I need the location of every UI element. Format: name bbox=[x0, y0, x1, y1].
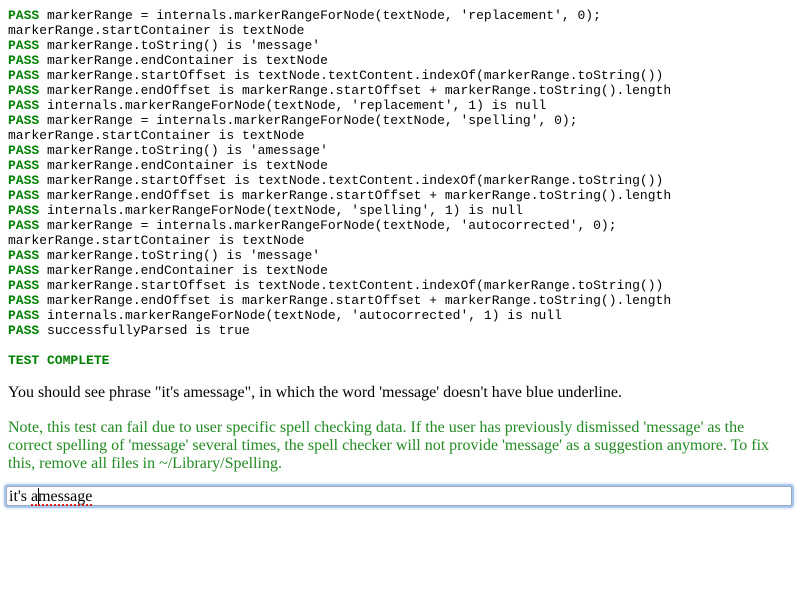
log-line-text: markerRange.toString() is 'message' bbox=[39, 38, 321, 53]
log-line: PASS markerRange = internals.markerRange… bbox=[8, 218, 792, 233]
pass-label: PASS bbox=[8, 98, 40, 113]
log-line: PASS markerRange.startOffset is textNode… bbox=[8, 278, 792, 293]
test-log: PASS markerRange = internals.markerRange… bbox=[8, 8, 792, 368]
log-line-text: markerRange.startContainer is textNode bbox=[8, 233, 305, 248]
log-line-text: markerRange.startOffset is textNode.text… bbox=[39, 173, 664, 188]
log-line-text: markerRange.endOffset is markerRange.sta… bbox=[39, 188, 672, 203]
log-line-text: markerRange.endContainer is textNode bbox=[39, 158, 328, 173]
log-line: PASS markerRange.endOffset is markerRang… bbox=[8, 293, 792, 308]
log-line: PASS markerRange.toString() is 'message' bbox=[8, 248, 792, 263]
log-line: markerRange.startContainer is textNode bbox=[8, 23, 792, 38]
pass-label: PASS bbox=[8, 143, 40, 158]
log-line: markerRange.startContainer is textNode bbox=[8, 233, 792, 248]
log-line: PASS markerRange.toString() is 'amessage… bbox=[8, 143, 792, 158]
log-line-text: markerRange.toString() is 'message' bbox=[39, 248, 321, 263]
misspelled-word-part-2: message bbox=[38, 488, 93, 505]
test-complete-label: TEST COMPLETE bbox=[8, 353, 110, 368]
misspelled-word: amessage bbox=[31, 488, 92, 505]
pass-label: PASS bbox=[8, 248, 40, 263]
pass-label: PASS bbox=[8, 8, 40, 23]
log-line-text: markerRange.endOffset is markerRange.sta… bbox=[39, 83, 672, 98]
pass-label: PASS bbox=[8, 158, 40, 173]
log-line-text: markerRange.endContainer is textNode bbox=[39, 263, 328, 278]
pass-label: PASS bbox=[8, 323, 40, 338]
log-line-text: markerRange.endOffset is markerRange.sta… bbox=[39, 293, 672, 308]
log-line: PASS markerRange.startOffset is textNode… bbox=[8, 68, 792, 83]
log-line-text: internals.markerRangeForNode(textNode, '… bbox=[39, 203, 523, 218]
log-line: PASS markerRange.endContainer is textNod… bbox=[8, 158, 792, 173]
log-line-text: internals.markerRangeForNode(textNode, '… bbox=[39, 308, 562, 323]
log-line-text: markerRange.startContainer is textNode bbox=[8, 23, 305, 38]
pass-label: PASS bbox=[8, 173, 40, 188]
log-line-text: successfullyParsed is true bbox=[39, 323, 250, 338]
log-line: PASS markerRange.endContainer is textNod… bbox=[8, 263, 792, 278]
log-line: PASS internals.markerRangeForNode(textNo… bbox=[8, 203, 792, 218]
log-line: PASS markerRange.startOffset is textNode… bbox=[8, 173, 792, 188]
log-line: PASS markerRange.endOffset is markerRang… bbox=[8, 83, 792, 98]
log-line-text: markerRange.startOffset is textNode.text… bbox=[39, 68, 664, 83]
log-line: markerRange.startContainer is textNode bbox=[8, 128, 792, 143]
log-line-text: markerRange = internals.markerRangeForNo… bbox=[39, 113, 578, 128]
pass-label: PASS bbox=[8, 38, 40, 53]
log-line: PASS internals.markerRangeForNode(textNo… bbox=[8, 308, 792, 323]
text-editor[interactable]: it's amessage bbox=[6, 486, 792, 506]
log-line: PASS markerRange.endContainer is textNod… bbox=[8, 53, 792, 68]
log-line: PASS markerRange = internals.markerRange… bbox=[8, 113, 792, 128]
instruction-text: You should see phrase "it's amessage", i… bbox=[8, 384, 622, 401]
log-line: PASS successfullyParsed is true bbox=[8, 323, 792, 338]
log-line-text: markerRange.toString() is 'amessage' bbox=[39, 143, 328, 158]
pass-label: PASS bbox=[8, 68, 40, 83]
pass-label: PASS bbox=[8, 188, 40, 203]
pass-label: PASS bbox=[8, 83, 40, 98]
pass-label: PASS bbox=[8, 278, 40, 293]
pass-label: PASS bbox=[8, 308, 40, 323]
log-line-text: markerRange.endContainer is textNode bbox=[39, 53, 328, 68]
pass-label: PASS bbox=[8, 53, 40, 68]
log-line-text: markerRange = internals.markerRangeForNo… bbox=[39, 8, 601, 23]
pass-label: PASS bbox=[8, 218, 40, 233]
log-line: PASS markerRange = internals.markerRange… bbox=[8, 8, 792, 23]
log-line: PASS markerRange.endOffset is markerRang… bbox=[8, 188, 792, 203]
log-line-text: markerRange = internals.markerRangeForNo… bbox=[39, 218, 617, 233]
log-line-text: internals.markerRangeForNode(textNode, '… bbox=[39, 98, 547, 113]
log-line: PASS internals.markerRangeForNode(textNo… bbox=[8, 98, 792, 113]
log-line: PASS markerRange.toString() is 'message' bbox=[8, 38, 792, 53]
pass-label: PASS bbox=[8, 293, 40, 308]
note-text: Note, this test can fail due to user spe… bbox=[8, 419, 770, 472]
editor-prefix-text: it's bbox=[9, 488, 31, 505]
pass-label: PASS bbox=[8, 263, 40, 278]
pass-label: PASS bbox=[8, 113, 40, 128]
log-line-text: markerRange.startContainer is textNode bbox=[8, 128, 305, 143]
log-line-text: markerRange.startOffset is textNode.text… bbox=[39, 278, 664, 293]
pass-label: PASS bbox=[8, 203, 40, 218]
